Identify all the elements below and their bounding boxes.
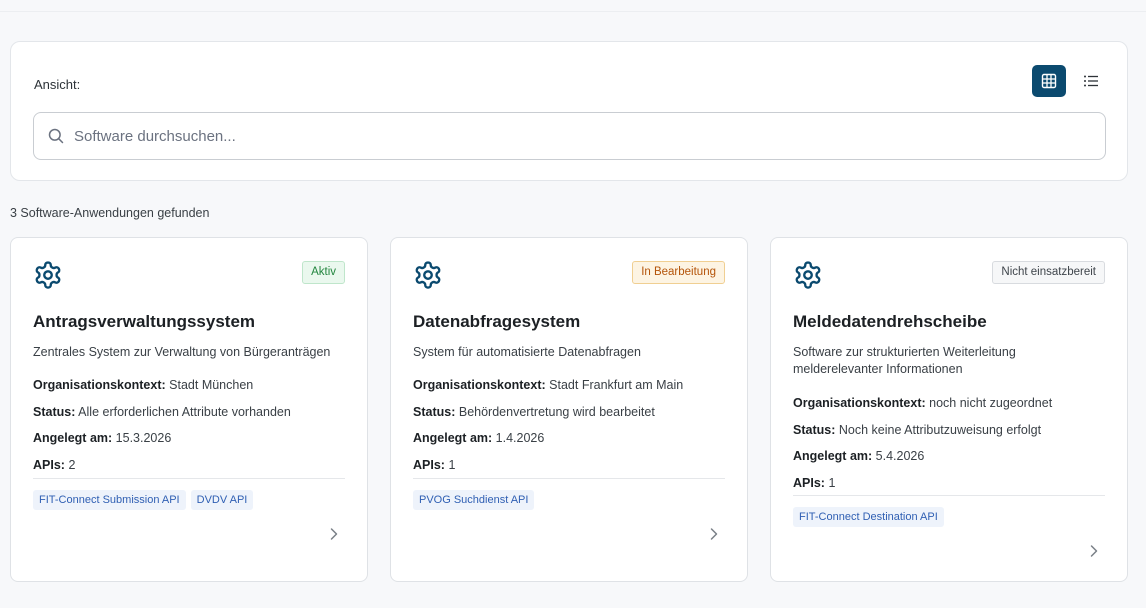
apis-row: APIs: 2: [33, 457, 76, 472]
api-tag: PVOG Suchdienst API: [413, 490, 535, 510]
card-description: Software zur strukturierten Weiterleitun…: [793, 345, 1016, 376]
apis-row: APIs: 1: [793, 475, 836, 490]
software-card[interactable]: In Bearbeitung Datenabfragesystem System…: [390, 237, 748, 582]
status-badge: In Bearbeitung: [632, 261, 725, 284]
card-description: System für automatisierte Datenabfragen: [413, 345, 641, 359]
chevron-right-icon[interactable]: [707, 527, 721, 541]
status-row: Status: Alle erforderlichen Attribute vo…: [33, 404, 291, 419]
org-context-row: Organisationskontext: noch nicht zugeord…: [793, 396, 1053, 410]
list-view-icon: [1084, 75, 1098, 87]
api-tag: FIT-Connect Submission API: [33, 490, 186, 510]
status-row: Status: Behördenvertretung wird bearbeit…: [413, 404, 655, 419]
grid-view-button[interactable]: [1032, 65, 1066, 97]
search-input[interactable]: [74, 127, 1074, 145]
divider: [33, 478, 345, 479]
list-view-button[interactable]: [1074, 65, 1108, 97]
top-bar: [0, 0, 1146, 12]
api-tag: DVDV API: [190, 490, 254, 510]
card-title: Datenabfragesystem: [413, 312, 581, 331]
gear-icon: [35, 261, 61, 289]
created-row: Angelegt am: 5.4.2026: [793, 449, 925, 463]
divider: [793, 495, 1105, 496]
status-badge: Aktiv: [302, 261, 345, 284]
apis-row: APIs: 1: [413, 457, 456, 472]
created-row: Angelegt am: 15.3.2026: [33, 431, 172, 445]
status-row: Status: Noch keine Attributzuweisung erf…: [793, 422, 1042, 437]
grid-view-icon: [1041, 73, 1057, 89]
api-tag: FIT-Connect Destination API: [793, 507, 944, 527]
gear-icon: [795, 261, 821, 289]
software-card[interactable]: Nicht einsatzbereit Meldedatendrehscheib…: [770, 237, 1128, 582]
card-description: Zentrales System zur Verwaltung von Bürg…: [33, 345, 331, 359]
org-context-row: Organisationskontext: Stadt Frankfurt am…: [413, 378, 684, 392]
view-label: Ansicht:: [34, 77, 81, 92]
filter-panel: Ansicht:: [10, 41, 1128, 181]
card-title: Meldedatendrehscheibe: [793, 312, 987, 331]
gear-icon: [415, 261, 441, 289]
org-context-row: Organisationskontext: Stadt München: [33, 378, 254, 392]
card-title: Antragsverwaltungssystem: [33, 312, 256, 331]
chevron-right-icon[interactable]: [327, 527, 341, 541]
software-card[interactable]: Aktiv Antragsverwaltungssystem Zentrales…: [10, 237, 368, 582]
chevron-right-icon[interactable]: [1087, 544, 1101, 558]
status-badge: Nicht einsatzbereit: [992, 261, 1105, 284]
result-count: 3 Software-Anwendungen gefunden: [10, 206, 210, 220]
search-field[interactable]: [33, 112, 1106, 160]
divider: [413, 478, 725, 479]
created-row: Angelegt am: 1.4.2026: [413, 431, 545, 445]
search-icon: [48, 128, 64, 144]
